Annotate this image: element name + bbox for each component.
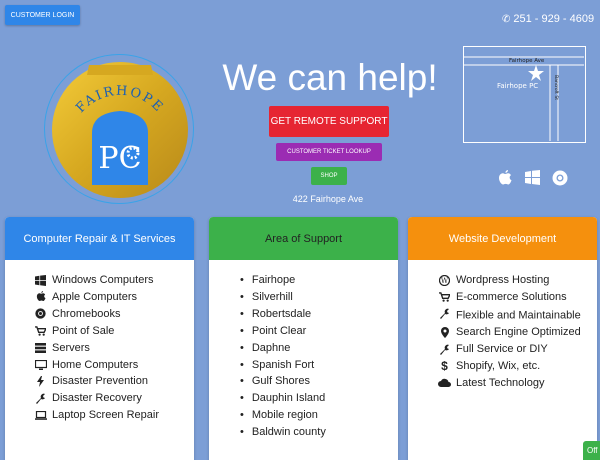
list-item: Disaster Recovery	[34, 390, 194, 407]
hero-title: We can help!	[222, 57, 438, 98]
svg-text:W: W	[441, 277, 449, 285]
location-map[interactable]: Fairhope Ave Bancroft St Fairhope PC	[463, 46, 586, 143]
list-item: Disaster Prevention	[34, 373, 194, 390]
dollar-icon: $	[441, 358, 448, 373]
shop-button[interactable]: SHOP	[311, 167, 347, 185]
os-icons	[498, 168, 568, 188]
chrome-icon	[552, 170, 568, 186]
list-item: Point Clear	[240, 323, 398, 340]
list-item: Robertsdale	[240, 306, 398, 323]
area-card: Area of Support Fairhope Silverhill Robe…	[209, 217, 398, 460]
list-item: Gulf Shores	[240, 373, 398, 390]
map-marker-icon	[438, 326, 451, 338]
server-icon	[34, 342, 47, 354]
phone-icon: ✆	[502, 14, 511, 25]
fairhope-pc-logo: FAIRHOPE PC	[44, 54, 194, 204]
list-item: Daphne	[240, 340, 398, 357]
wrench-icon	[34, 392, 47, 404]
map-place-label: Fairhope PC	[497, 82, 538, 90]
bolt-icon	[34, 375, 47, 387]
get-remote-support-button[interactable]: GET REMOTE SUPPORT	[269, 106, 389, 137]
desktop-icon	[34, 359, 47, 371]
cart-icon	[34, 325, 47, 337]
map-star-icon	[528, 65, 544, 81]
windows-icon	[34, 274, 47, 286]
list-item: Flexible and Maintainable	[438, 306, 587, 324]
phone-text: 251 - 929 - 4609	[513, 13, 595, 25]
customer-login-button[interactable]: CUSTOMER LOGIN	[5, 5, 80, 25]
list-item: Windows Computers	[34, 272, 194, 289]
area-list: Fairhope Silverhill Robertsdale Point Cl…	[209, 260, 398, 441]
services-list: Windows Computers Apple Computers Chrome…	[5, 260, 194, 424]
cart-icon	[438, 291, 451, 303]
list-item: Silverhill	[240, 289, 398, 306]
area-card-title: Area of Support	[209, 217, 398, 260]
apple-icon	[498, 170, 513, 186]
map-street-top: Fairhope Ave	[509, 58, 545, 64]
windows-icon	[525, 170, 540, 186]
map-street-side: Bancroft St	[553, 75, 559, 100]
laptop-icon	[34, 409, 47, 421]
chat-status-tab[interactable]: Off	[583, 441, 600, 460]
cloud-icon	[438, 377, 451, 389]
phone-number[interactable]: ✆ 251 - 929 - 4609	[502, 13, 594, 25]
list-item: Search Engine Optimized	[438, 324, 587, 341]
list-item: E-commerce Solutions	[438, 289, 587, 306]
web-dev-list: W Wordpress Hosting E-commerce Solutions …	[408, 260, 597, 392]
list-item: Mobile region	[240, 407, 398, 424]
chrome-icon	[34, 308, 47, 320]
list-item: Full Service or DIY	[438, 341, 587, 358]
list-item: Baldwin county	[240, 424, 398, 441]
services-card: Computer Repair & IT Services Windows Co…	[5, 217, 194, 460]
address-text: 422 Fairhope Ave	[292, 194, 364, 204]
list-item: Home Computers	[34, 357, 194, 374]
list-item: Point of Sale	[34, 323, 194, 340]
list-item: Latest Technology	[438, 375, 587, 392]
list-item: Servers	[34, 340, 194, 357]
wrench-icon	[438, 343, 451, 355]
web-dev-card: Website Development W Wordpress Hosting E…	[408, 217, 597, 460]
services-card-title: Computer Repair & IT Services	[5, 217, 194, 260]
list-item: Fairhope	[240, 272, 398, 289]
list-item: W Wordpress Hosting	[438, 272, 587, 289]
wordpress-icon: W	[438, 274, 451, 286]
wrench-icon	[438, 308, 451, 320]
list-item: Apple Computers	[34, 289, 194, 306]
web-dev-card-title: Website Development	[408, 217, 597, 260]
list-item: Dauphin Island	[240, 390, 398, 407]
customer-ticket-lookup-button[interactable]: CUSTOMER TICKET LOOKUP	[276, 143, 382, 161]
list-item: Laptop Screen Repair	[34, 407, 194, 424]
list-item: Spanish Fort	[240, 357, 398, 374]
list-item: $ Shopify, Wix, etc.	[438, 358, 587, 375]
apple-icon	[34, 291, 47, 303]
list-item: Chromebooks	[34, 306, 194, 323]
